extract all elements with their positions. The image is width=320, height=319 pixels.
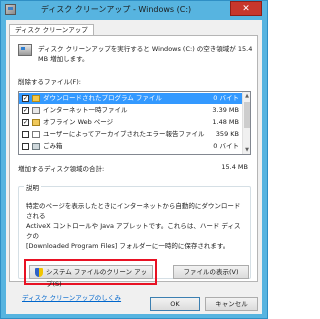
window-title: ディスク クリーンアップ - Windows (C:) xyxy=(40,5,192,14)
recycle-bin-icon xyxy=(32,143,40,150)
list-item[interactable]: ✓ インターネット一時ファイル 3.39 MB xyxy=(19,105,243,116)
dialog-client-area: ディスク クリーンアップ ディスク クリーンアップを実行すると Windows … xyxy=(6,20,262,314)
intro-line-1: ディスク クリーンアップを実行すると Windows (C:) の空き領域が 1… xyxy=(38,45,253,53)
cancel-button[interactable]: キャンセル xyxy=(205,297,258,311)
title-bar[interactable]: ディスク クリーンアップ - Windows (C:) ✕ xyxy=(1,1,267,19)
view-files-button[interactable]: ファイルの表示(V) xyxy=(173,265,249,279)
description-group-label: 説明 xyxy=(24,182,41,192)
list-item[interactable]: ✓ オフライン Web ページ 1.48 MB xyxy=(19,117,243,128)
tab-panel: ディスク クリーンアップを実行すると Windows (C:) の空き領域が 1… xyxy=(9,35,258,288)
close-button[interactable]: ✕ xyxy=(230,1,262,16)
checkbox[interactable]: ✓ xyxy=(22,119,29,126)
list-item-size: 3.39 MB xyxy=(212,106,239,114)
list-item-size: 0 バイト xyxy=(213,94,239,102)
ok-button[interactable]: OK xyxy=(150,297,200,311)
scroll-thumb[interactable] xyxy=(244,102,250,128)
list-item-name: インターネット一時ファイル xyxy=(43,106,128,114)
scroll-up-icon[interactable]: ▲ xyxy=(243,92,250,100)
folder-icon xyxy=(32,95,40,102)
shield-icon xyxy=(35,268,43,277)
checkbox[interactable] xyxy=(22,143,29,150)
description-line-3: [Downloaded Program Files] フォルダーに一時的に保存さ… xyxy=(26,242,230,250)
clean-up-system-files-button[interactable]: システム ファイルのクリーン アップ(S) xyxy=(29,265,153,288)
checkbox[interactable]: ✓ xyxy=(22,107,29,114)
list-item[interactable]: ✓ ダウンロードされたプログラム ファイル 0 バイト xyxy=(19,93,243,104)
report-files-icon xyxy=(32,131,40,138)
intro-line-2: MB 増加します。 xyxy=(38,55,89,63)
offline-pages-icon xyxy=(32,119,40,126)
scroll-down-icon[interactable]: ▼ xyxy=(243,146,250,154)
list-scrollbar[interactable]: ▲ ▼ xyxy=(242,92,250,154)
drive-icon xyxy=(18,44,32,56)
checkbox[interactable]: ✓ xyxy=(22,95,29,102)
list-item-name: ダウンロードされたプログラム ファイル xyxy=(43,94,162,102)
how-disk-cleanup-works-link[interactable]: ディスク クリーンアップのしくみ xyxy=(22,292,121,302)
list-item-name: ごみ箱 xyxy=(43,142,63,150)
list-item-name: オフライン Web ページ xyxy=(43,118,114,126)
list-item[interactable]: ごみ箱 0 バイト xyxy=(19,141,243,152)
checkbox[interactable] xyxy=(22,131,29,138)
description-line-1: 特定のページを表示したときにインターネットから自動的にダウンロードされる xyxy=(26,202,241,220)
list-item-name: ユーザーによってアーカイブされたエラー報告ファイル xyxy=(43,130,205,138)
description-text: 特定のページを表示したときにインターネットから自動的にダウンロードされる Act… xyxy=(26,201,246,251)
internet-files-icon xyxy=(32,107,40,114)
description-line-2: ActiveX コントロールや Java アプレットです。これらは、ハード ディ… xyxy=(26,222,241,240)
clean-up-system-files-label: システム ファイルのクリーン アップ(S) xyxy=(46,268,148,288)
files-to-delete-label: 削除するファイル(F): xyxy=(18,78,82,86)
disk-cleanup-window: ディスク クリーンアップ - Windows (C:) ✕ ディスク クリーンア… xyxy=(0,0,268,319)
list-item-size: 359 KB xyxy=(215,130,239,138)
total-space-label: 増加するディスク領域の合計: xyxy=(18,165,105,173)
list-item-size: 0 バイト xyxy=(213,142,239,150)
list-item[interactable]: ユーザーによってアーカイブされたエラー報告ファイル 359 KB xyxy=(19,129,243,140)
files-to-delete-list[interactable]: ✓ ダウンロードされたプログラム ファイル 0 バイト ✓ インターネット一時フ… xyxy=(18,91,251,155)
list-item-size: 1.48 MB xyxy=(212,118,239,126)
total-space-value: 15.4 MB xyxy=(221,163,248,171)
intro-text: ディスク クリーンアップを実行すると Windows (C:) の空き領域が 1… xyxy=(38,44,253,64)
